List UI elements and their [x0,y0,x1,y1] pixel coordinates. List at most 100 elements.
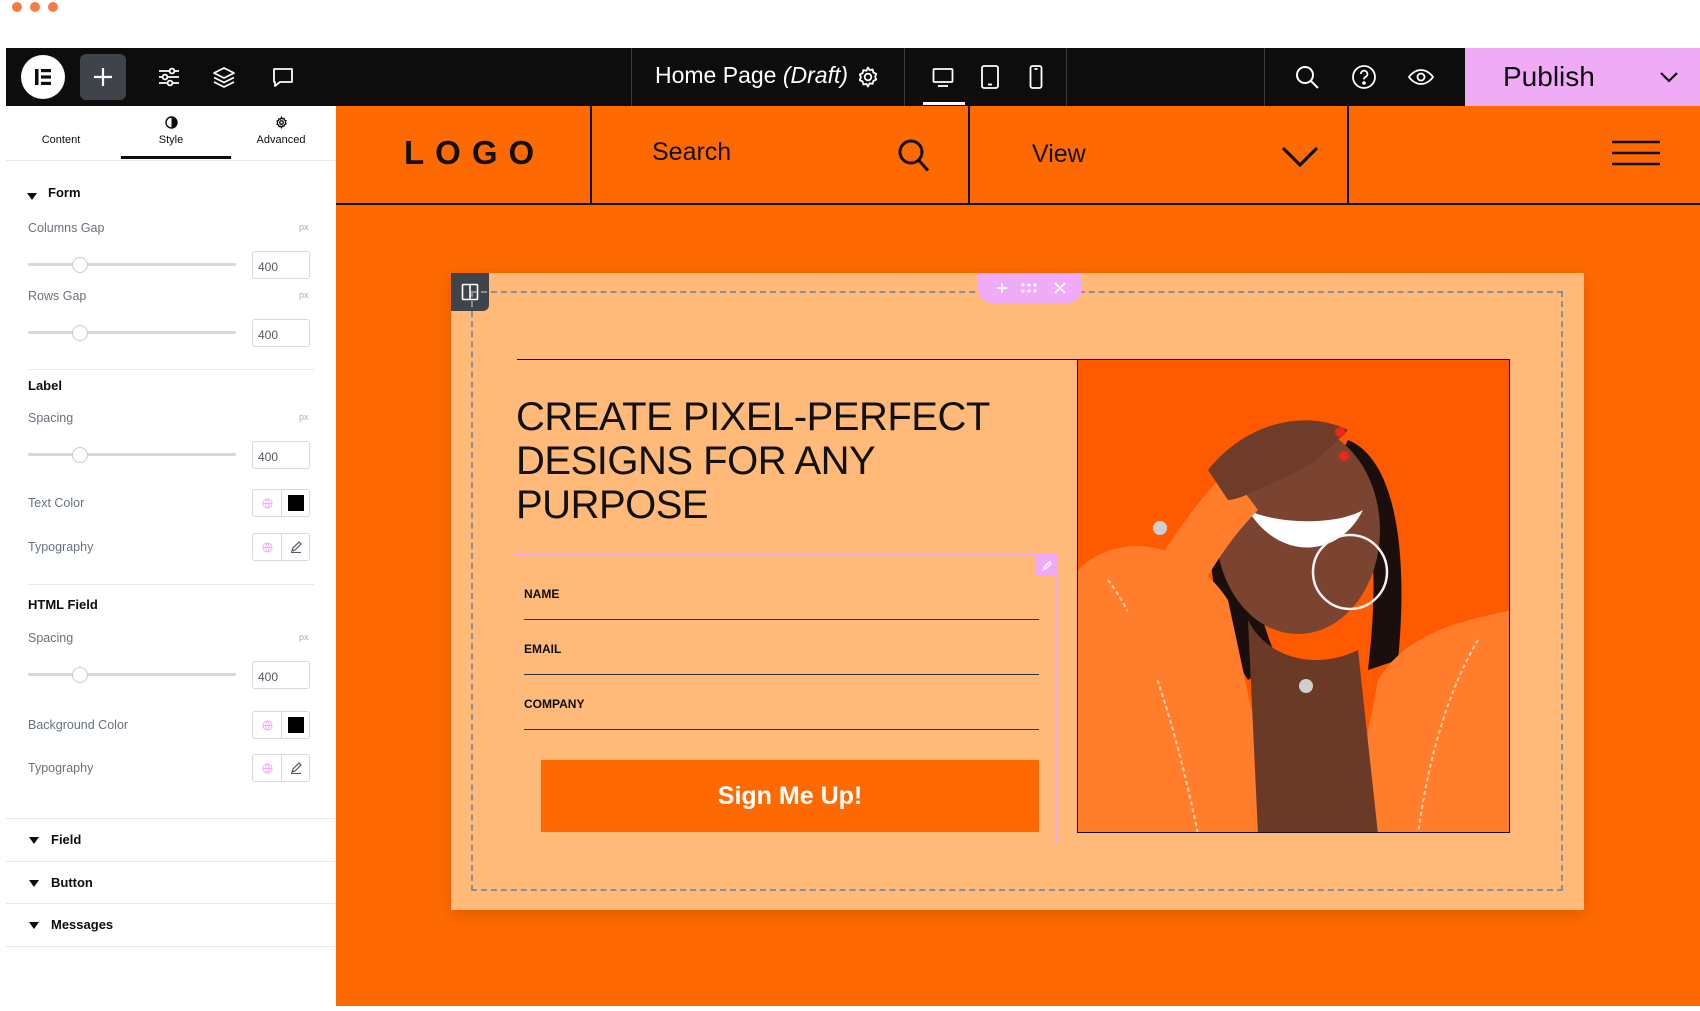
columns-gap-slider[interactable] [28,263,236,266]
tablet-view-button[interactable] [973,60,1007,94]
accordion-button-label: Button [51,875,93,890]
header-divider [968,106,970,203]
caret-down-icon [29,837,39,844]
window-minimize-dot[interactable] [30,2,40,12]
chevron-down-icon[interactable] [1657,65,1681,94]
label-spacing-input[interactable]: 400 [252,441,310,469]
contrast-icon [165,116,178,129]
desktop-icon [932,68,954,87]
desktop-view-button[interactable] [926,60,960,94]
window-maximize-dot[interactable] [48,2,58,12]
editor-canvas: LOGO Search View CREATE PIXEL-PERFECT DE… [336,106,1700,1006]
chevron-down-icon[interactable] [1281,145,1319,174]
globe-icon[interactable] [253,712,282,738]
company-field-label[interactable]: COMPANY [524,697,584,711]
html-spacing-label: Spacing [28,631,74,645]
accordion-field-label: Field [51,832,82,847]
mobile-view-button[interactable] [1019,60,1053,94]
help-button[interactable] [1349,62,1379,92]
name-field-label[interactable]: NAME [524,587,559,601]
columns-gap-input[interactable]: 400 [252,251,310,279]
site-view-label[interactable]: View [1032,140,1086,169]
rows-gap-slider[interactable] [28,331,236,334]
divider [28,369,314,370]
section-title-form[interactable]: Form [48,185,81,200]
caret-down-icon[interactable] [27,188,37,206]
html-spacing-input[interactable]: 400 [252,661,310,689]
add-section-icon[interactable] [996,282,1008,294]
tab-content-label: Content [41,134,81,146]
editor-panel: Content Style Advanced Form Columns Gap … [6,106,337,1006]
tab-content[interactable]: Content [6,106,116,159]
gear-icon [858,66,878,88]
search-icon[interactable] [897,138,931,179]
html-spacing-slider[interactable] [28,673,236,676]
section-container[interactable]: CREATE PIXEL-PERFECT DESIGNS FOR ANY PUR… [451,273,1584,910]
globe-icon[interactable] [253,755,282,781]
html-spacing-unit[interactable]: px [299,632,309,642]
company-field-input[interactable] [524,729,1039,730]
divider [28,584,314,585]
globe-icon[interactable] [253,490,282,516]
columns-gap-unit[interactable]: px [299,222,309,232]
columns-gap-slider-handle[interactable] [72,257,88,273]
headline-line-3: PURPOSE [516,483,709,527]
preview-button[interactable] [1406,62,1436,92]
accordion-button[interactable]: Button [6,861,336,904]
tab-style[interactable]: Style [116,106,231,159]
headline-line-2: DESIGNS FOR ANY [516,439,876,483]
elementor-logo-icon[interactable] [21,55,65,99]
page-settings-button[interactable] [854,63,882,91]
html-typography-label: Typography [28,761,94,775]
search-button[interactable] [1292,62,1322,92]
name-field-input[interactable] [524,619,1039,620]
header-divider [590,106,592,203]
accordion-field[interactable]: Field [6,818,336,861]
caret-down-icon [29,922,39,929]
site-settings-button[interactable] [154,62,184,92]
tab-advanced[interactable]: Advanced [226,106,336,159]
text-color-control [252,489,310,517]
site-search-label[interactable]: Search [652,138,731,167]
rows-gap-input[interactable]: 400 [252,319,310,347]
window-close-dot[interactable] [12,2,22,12]
hero-image[interactable] [1077,359,1510,833]
plus-icon [94,68,112,86]
email-field-label[interactable]: EMAIL [524,642,561,656]
accordion-messages[interactable]: Messages [6,903,336,947]
text-color-swatch[interactable] [282,490,310,516]
label-spacing-unit[interactable]: px [299,412,309,422]
add-element-button[interactable] [80,54,126,100]
page-status: (Draft) [782,62,849,88]
headline-rule [517,359,1077,360]
hamburger-menu-icon[interactable] [1612,140,1660,171]
pencil-icon[interactable] [282,755,310,781]
label-spacing-slider-handle[interactable] [72,447,88,463]
drag-handle-icon[interactable] [1020,282,1038,294]
site-logo[interactable]: LOGO [404,134,545,172]
page-title[interactable]: Home Page (Draft) [655,62,848,89]
html-spacing-slider-handle[interactable] [72,667,88,683]
structure-button[interactable] [209,62,239,92]
close-icon[interactable] [1054,282,1066,294]
tabs-divider [6,160,336,161]
sliders-icon [159,67,179,87]
rows-gap-slider-handle[interactable] [72,325,88,341]
pencil-icon[interactable] [282,534,310,560]
comments-button[interactable] [268,62,298,92]
html-typography-control [252,754,310,782]
rows-gap-label: Rows Gap [28,289,87,303]
email-field-input[interactable] [524,674,1039,675]
label-spacing-label: Spacing [28,411,74,425]
background-color-swatch[interactable] [282,712,310,738]
publish-button[interactable]: Publish [1465,48,1700,106]
label-spacing-slider[interactable] [28,453,236,456]
accordion-messages-label: Messages [51,917,114,932]
site-header: LOGO Search View [336,106,1700,205]
globe-icon[interactable] [253,534,282,560]
edit-widget-button[interactable] [1036,555,1057,576]
section-title-html-field: HTML Field [28,597,98,612]
sign-up-button[interactable]: Sign Me Up! [541,760,1039,832]
active-tab-indicator [121,156,231,159]
rows-gap-unit[interactable]: px [299,290,309,300]
